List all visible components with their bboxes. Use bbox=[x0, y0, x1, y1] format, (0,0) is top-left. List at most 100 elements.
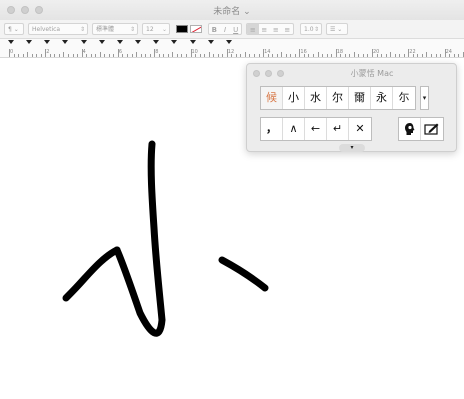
ruler-tick bbox=[258, 54, 260, 57]
font-family-value: Helvetica bbox=[32, 26, 61, 33]
align-right-icon[interactable]: ≡ bbox=[282, 24, 294, 34]
ime-title-bar[interactable]: 小蒙恬 Mac bbox=[247, 64, 456, 82]
list-style-select[interactable]: ☰ ⌄ bbox=[326, 23, 348, 35]
handwriting-pad-icon bbox=[424, 123, 439, 135]
bold-button[interactable]: B bbox=[209, 24, 220, 34]
speak-button[interactable] bbox=[399, 118, 421, 140]
ruler-tick bbox=[204, 54, 206, 57]
paragraph-style-select[interactable]: ¶ ⌄ bbox=[4, 23, 24, 35]
ruler-tick bbox=[77, 54, 79, 57]
handwriting-pad-button[interactable] bbox=[421, 118, 443, 140]
ruler-tick bbox=[81, 49, 83, 57]
ime-minimize-button[interactable] bbox=[265, 70, 272, 77]
ruler-tick bbox=[281, 52, 283, 57]
ruler-tick bbox=[430, 54, 432, 57]
ruler-tick bbox=[394, 54, 396, 57]
ime-expand-button[interactable]: ▾ bbox=[339, 144, 365, 152]
ruler-tick bbox=[72, 54, 74, 57]
font-style-select[interactable]: 標準體 ⇕ bbox=[92, 23, 138, 35]
ruler-tick bbox=[145, 54, 147, 57]
underline-button[interactable]: U bbox=[230, 24, 241, 34]
comma-key[interactable]: ， bbox=[261, 118, 283, 140]
ime-tool-row bbox=[398, 117, 444, 141]
background-color-well[interactable] bbox=[190, 25, 202, 33]
align-center-icon[interactable]: ≡ bbox=[259, 24, 271, 34]
tab-stop-marker[interactable] bbox=[171, 40, 178, 44]
italic-button[interactable]: I bbox=[220, 24, 231, 34]
tab-stop-marker[interactable] bbox=[62, 40, 69, 44]
title-bar: 未命名 ⌄ bbox=[0, 0, 464, 20]
backspace-key[interactable]: ← bbox=[305, 118, 327, 140]
ruler-tick bbox=[163, 54, 165, 57]
ruler-tick bbox=[181, 54, 183, 57]
ruler-tick bbox=[222, 54, 224, 57]
ruler-tick bbox=[90, 54, 92, 57]
tab-stop-marker[interactable] bbox=[44, 40, 51, 44]
ruler-tick bbox=[63, 52, 65, 57]
ruler-tick bbox=[272, 54, 274, 57]
ruler-tick bbox=[376, 54, 378, 57]
stepper-arrows-icon: ⇕ bbox=[79, 26, 85, 33]
tab-stop-marker[interactable] bbox=[26, 40, 33, 44]
align-justify-icon[interactable]: ≡ bbox=[270, 24, 282, 34]
candidate-item[interactable]: 爾 bbox=[349, 87, 371, 109]
ruler-tick bbox=[244, 52, 246, 57]
ruler-tick bbox=[326, 54, 328, 57]
ime-close-button[interactable] bbox=[253, 70, 260, 77]
align-left-icon[interactable]: ≡ bbox=[247, 24, 259, 34]
candidate-item[interactable]: 候 bbox=[261, 87, 283, 109]
candidate-item[interactable]: 永 bbox=[371, 87, 393, 109]
ruler-tick bbox=[372, 49, 373, 57]
tab-stop-marker[interactable] bbox=[225, 40, 232, 44]
candidate-item[interactable]: 尔 bbox=[327, 87, 349, 109]
candidate-list: 候 小 水 尔 爾 永 尓 bbox=[260, 86, 416, 110]
tab-stop-marker[interactable] bbox=[153, 40, 160, 44]
ruler-tick bbox=[213, 54, 215, 57]
ruler-tick bbox=[254, 54, 256, 57]
candidate-item[interactable]: 尓 bbox=[393, 87, 415, 109]
tab-stop-marker[interactable] bbox=[98, 40, 105, 44]
ruler-tick bbox=[9, 49, 10, 57]
line-spacing-select[interactable]: 1.0 ⇕ bbox=[300, 23, 322, 35]
font-family-select[interactable]: Helvetica ⇕ bbox=[28, 23, 88, 35]
ruler[interactable]: 0 2 4 6 8 10 12 14 16 18 20 22 24 bbox=[0, 39, 464, 58]
ruler-tick bbox=[317, 52, 319, 57]
tab-stop-marker[interactable] bbox=[116, 40, 123, 44]
ime-zoom-button[interactable] bbox=[277, 70, 284, 77]
ruler-tick bbox=[444, 49, 446, 57]
ruler-tick bbox=[31, 54, 33, 57]
candidate-item[interactable]: 水 bbox=[305, 87, 327, 109]
ruler-tick bbox=[217, 54, 219, 57]
ruler-tick bbox=[108, 54, 110, 57]
tab-stop-marker[interactable] bbox=[80, 40, 87, 44]
ruler-tick bbox=[426, 52, 428, 57]
ink-stroke-vertical bbox=[113, 140, 166, 337]
tab-stop-marker[interactable] bbox=[207, 40, 214, 44]
font-size-value: 12 bbox=[146, 26, 154, 33]
ink-stroke-right bbox=[218, 256, 269, 292]
caret-key[interactable]: ∧ bbox=[283, 118, 305, 140]
ruler-tick bbox=[131, 54, 133, 57]
ruler-tick bbox=[458, 54, 460, 57]
ruler-tick bbox=[358, 54, 360, 57]
text-color-well[interactable] bbox=[176, 25, 188, 33]
ruler-tick bbox=[40, 54, 42, 57]
more-candidates-button[interactable]: ▾ bbox=[420, 86, 429, 110]
ruler-tick bbox=[176, 54, 178, 57]
ruler-tick bbox=[49, 54, 51, 57]
ruler-tick bbox=[99, 52, 101, 57]
ruler-tick bbox=[126, 54, 128, 57]
tab-stop-marker[interactable] bbox=[135, 40, 142, 44]
ime-panel[interactable]: 小蒙恬 Mac 候 小 水 尔 爾 永 尓 ▾ ， ∧ ← ↵ ✕ ▾ bbox=[246, 63, 457, 152]
return-key[interactable]: ↵ bbox=[327, 118, 349, 140]
window-title[interactable]: 未命名 ⌄ bbox=[0, 4, 464, 17]
ruler-tick bbox=[154, 49, 156, 57]
candidate-item[interactable]: 小 bbox=[283, 87, 305, 109]
tab-stop-marker[interactable] bbox=[8, 40, 14, 44]
clear-key[interactable]: ✕ bbox=[349, 118, 371, 140]
tab-stop-marker[interactable] bbox=[189, 40, 196, 44]
ruler-tick bbox=[367, 54, 369, 57]
ruler-tick bbox=[231, 54, 233, 57]
ink-stroke-left bbox=[62, 246, 121, 302]
font-size-field[interactable]: 12 ⌄ bbox=[142, 23, 170, 35]
